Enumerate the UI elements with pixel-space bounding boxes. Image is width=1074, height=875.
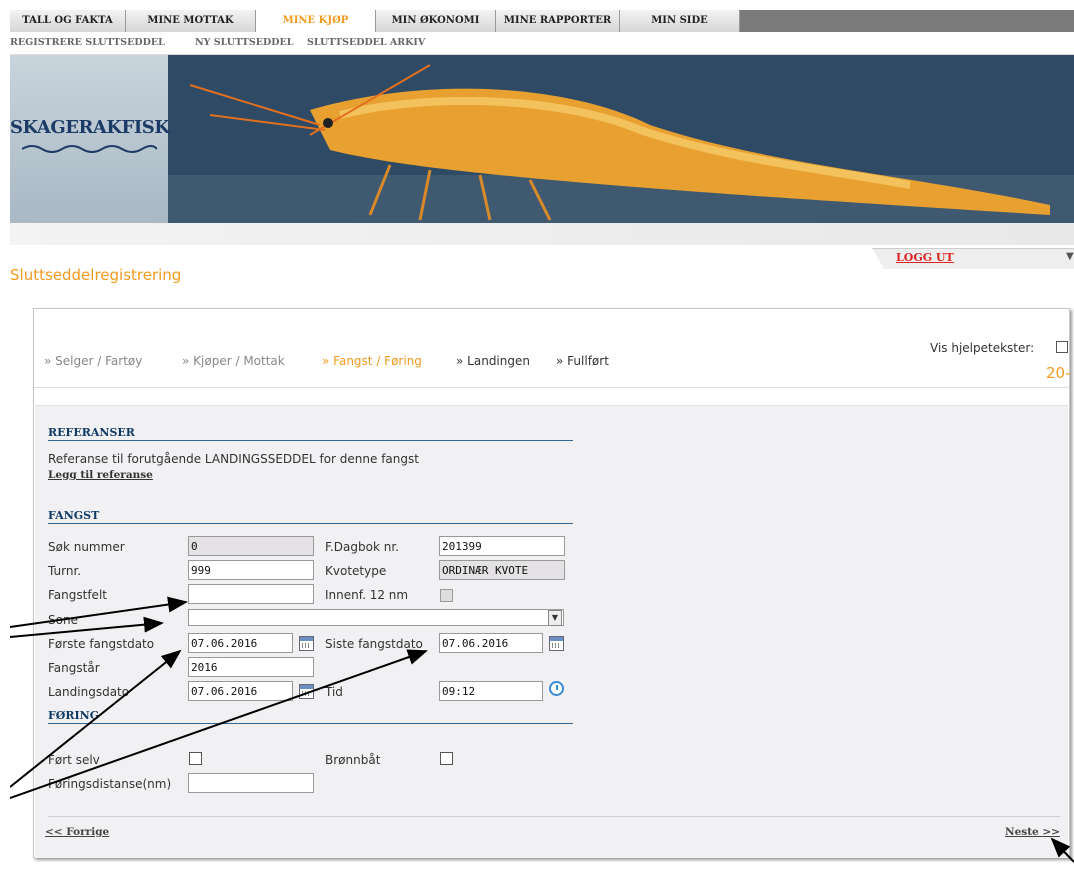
label-foringsdistanse: Føringsdistanse(nm) [48, 777, 172, 791]
step-fangst[interactable]: » Fangst / Føring [322, 354, 422, 368]
label-sone: Sone [48, 613, 78, 627]
section-fangst: FANGST [48, 509, 573, 524]
subnav-sluttseddel-arkiv[interactable]: SLUTTSEDDEL ARKIV [307, 32, 425, 54]
add-reference-link[interactable]: Legg til referanse [48, 469, 153, 481]
step-landingen[interactable]: » Landingen [456, 354, 530, 368]
label-fangstar: Fangstår [48, 661, 100, 675]
step-fullfort[interactable]: » Fullført [556, 354, 609, 368]
sone-select[interactable] [188, 609, 564, 626]
clock-icon[interactable] [549, 681, 564, 696]
referanse-text: Referanse til forutgående LANDINGSSEDDEL… [48, 452, 419, 466]
label-landingsdato: Landingsdato [48, 685, 130, 699]
registration-panel: » Selger / Fartøy » Kjøper / Mottak » Fa… [33, 308, 1071, 858]
year-fragment: 20- [1046, 364, 1071, 382]
section-referanser: REFERANSER [48, 426, 573, 441]
calendar-icon[interactable] [299, 636, 314, 651]
kvotetype-field[interactable]: ORDINÆR KVOTE [439, 560, 565, 580]
help-checkbox[interactable] [1056, 341, 1068, 353]
fort-selv-checkbox[interactable] [189, 752, 202, 765]
step-indicator: » Selger / Fartøy » Kjøper / Mottak » Fa… [34, 309, 1071, 388]
label-fangstfelt: Fangstfelt [48, 588, 107, 602]
banner-strip [10, 223, 1074, 245]
header-banner: SKAGERAKFISK [10, 55, 1074, 223]
footer-divider [48, 816, 1060, 817]
tab-mine-rapporter[interactable]: MINE RAPPORTER [496, 10, 620, 32]
subnav-ny-sluttseddel[interactable]: NY SLUTTSEDDEL [195, 32, 293, 54]
label-turnr: Turnr. [48, 564, 82, 578]
logout-link[interactable]: LOGG UT [896, 251, 954, 264]
turnr-field[interactable]: 999 [188, 560, 314, 580]
calendar-icon[interactable] [549, 636, 564, 651]
app-window: TALL OG FAKTA MINE MOTTAK MINE KJØP MIN … [10, 10, 1074, 875]
tid-field[interactable]: 09:12 [439, 681, 543, 701]
label-bronnbat: Brønnbåt [325, 753, 381, 767]
company-logo: SKAGERAKFISK [10, 117, 170, 138]
label-f-dagbok: F.Dagbok nr. [325, 540, 399, 554]
label-fort-selv: Ført selv [48, 753, 100, 767]
tab-min-okonomi[interactable]: MIN ØKONOMI [376, 10, 496, 32]
top-navigation: TALL OG FAKTA MINE MOTTAK MINE KJØP MIN … [10, 10, 1074, 32]
step-selger[interactable]: » Selger / Fartøy [44, 354, 142, 368]
calendar-icon[interactable] [299, 684, 314, 699]
forste-fangstdato-field[interactable]: 07.06.2016 [188, 633, 293, 653]
subnav-registrere-sluttseddel[interactable]: REGISTRERE SLUTTSEDDEL [10, 32, 165, 54]
sok-nummer-field[interactable]: 0 [188, 536, 314, 556]
tab-tall-og-fakta[interactable]: TALL OG FAKTA [10, 10, 126, 32]
label-innenf: Innenf. 12 nm [325, 588, 409, 602]
prev-link[interactable]: << Forrige [45, 826, 109, 838]
form-area: REFERANSER Referanse til forutgående LAN… [35, 405, 1068, 858]
tab-min-side[interactable]: MIN SIDE [620, 10, 740, 32]
help-label: Vis hjelpetekster: [930, 341, 1035, 355]
tab-mine-mottak[interactable]: MINE MOTTAK [126, 10, 256, 32]
page-title: Sluttseddelregistrering [10, 266, 182, 284]
innenf-checkbox[interactable] [440, 589, 453, 602]
chevron-down-icon[interactable]: ▼ [548, 610, 562, 626]
tab-mine-kjop[interactable]: MINE KJØP [256, 10, 376, 32]
label-kvotetype: Kvotetype [325, 564, 387, 578]
shrimp-image [168, 55, 1074, 223]
section-foring: FØRING [48, 709, 573, 724]
step-kjoper[interactable]: » Kjøper / Mottak [182, 354, 285, 368]
label-forste-fangstdato: Første fangstdato [48, 637, 155, 651]
f-dagbok-field[interactable]: 201399 [439, 536, 565, 556]
bronnbat-checkbox[interactable] [440, 752, 453, 765]
label-sok-nummer: Søk nummer [48, 540, 125, 554]
fangstfelt-field[interactable] [188, 584, 314, 604]
foringsdistanse-field[interactable] [188, 773, 314, 793]
chevron-down-icon[interactable]: ▼ [1066, 251, 1074, 262]
landingsdato-field[interactable]: 07.06.2016 [188, 681, 293, 701]
logo-panel: SKAGERAKFISK [10, 55, 170, 223]
label-tid: Tid [325, 685, 343, 699]
fangstar-field[interactable]: 2016 [188, 657, 314, 677]
siste-fangstdato-field[interactable]: 07.06.2016 [439, 633, 543, 653]
next-link[interactable]: Neste >> [1005, 826, 1060, 838]
logo-waves-icon [22, 145, 157, 153]
label-siste-fangstdato: Siste fangstdato [325, 637, 423, 651]
sub-navigation: REGISTRERE SLUTTSEDDEL NY SLUTTSEDDEL SL… [10, 32, 1074, 55]
